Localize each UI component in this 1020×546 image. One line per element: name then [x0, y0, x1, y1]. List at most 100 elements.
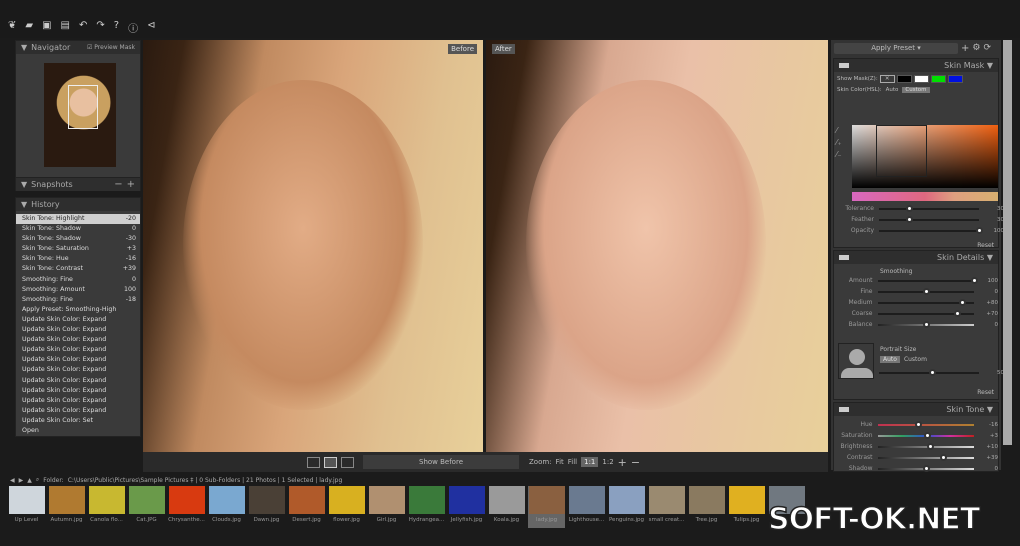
help-icon[interactable]: ? [114, 20, 119, 35]
slider-handle[interactable] [922, 464, 930, 472]
slider-track[interactable] [877, 276, 978, 284]
thumbnail[interactable]: small creat... [648, 486, 685, 528]
custom-button[interactable]: Custom [902, 87, 930, 93]
redo-icon[interactable]: ↷ [96, 20, 104, 35]
plugin-icon[interactable]: ⊲ [147, 20, 155, 35]
right-panel-scrollbar[interactable] [1003, 40, 1012, 445]
history-item[interactable]: Update Skin Color: Expand [16, 406, 140, 416]
history-item[interactable]: Smoothing: Amount 100 [16, 285, 140, 295]
thumbnail[interactable]: lady.jpg [528, 486, 565, 528]
mask-color-swatch[interactable] [896, 75, 912, 83]
history-item[interactable]: Update Skin Color: Expand [16, 315, 140, 325]
forward-icon[interactable]: ▶ [19, 477, 24, 484]
zoom-ratio-select[interactable]: 1:2 [602, 458, 613, 466]
back-icon[interactable]: ◀ [10, 477, 15, 484]
history-item[interactable]: Smoothing: Fine -18 [16, 295, 140, 305]
mask-color-swatch[interactable] [930, 75, 946, 83]
remove-snapshot-icon[interactable]: − [114, 179, 122, 190]
history-item[interactable]: Apply Preset: Smoothing-High [16, 305, 140, 315]
slider-track[interactable] [879, 215, 979, 223]
slider-handle[interactable] [923, 431, 931, 439]
gear-icon[interactable]: ⚙ [972, 43, 980, 53]
history-item[interactable]: Skin Tone: Hue -16 [16, 254, 140, 264]
slider-track[interactable] [877, 453, 974, 461]
thumbnail[interactable]: Tulips.jpg [728, 486, 765, 528]
history-item[interactable]: Update Skin Color: Expand [16, 396, 140, 406]
skin-mask-header[interactable]: Skin Mask ▼ [834, 59, 998, 72]
slider-track[interactable] [879, 204, 979, 212]
history-item[interactable]: Open [16, 426, 140, 436]
history-item[interactable]: Update Skin Color: Expand [16, 355, 140, 365]
info-icon[interactable]: ⓘ [128, 20, 138, 35]
auto-button[interactable]: Auto [886, 87, 899, 93]
slider-handle[interactable] [976, 226, 983, 234]
history-item[interactable]: Update Skin Color: Expand [16, 325, 140, 335]
thumbnail[interactable]: Penguins.jpg [608, 486, 645, 528]
slider-handle[interactable] [929, 368, 936, 376]
thumbnail[interactable]: Jellyfish.jpg [448, 486, 485, 528]
zoom-in-icon[interactable]: + [618, 456, 627, 469]
thumbnail[interactable]: Autumn.jpg [48, 486, 85, 528]
navigator-header[interactable]: ▼ Navigator ☑ Preview Mask [16, 41, 140, 54]
thumbnail[interactable]: flower.jpg [328, 486, 365, 528]
slider-track[interactable] [877, 287, 974, 295]
portrait-size-slider[interactable] [879, 368, 979, 376]
skin-tone-header[interactable]: Skin Tone ▼ [834, 403, 998, 416]
history-item[interactable]: Update Skin Color: Expand [16, 335, 140, 345]
folder-path[interactable]: C:\Users\Public\Pictures\Sample Pictures… [68, 477, 343, 484]
thumbnail[interactable]: Desert.jpg [288, 486, 325, 528]
history-item[interactable]: Update Skin Color: Set [16, 416, 140, 426]
save-as-icon[interactable]: ▤ [61, 20, 70, 35]
history-item[interactable]: Update Skin Color: Expand [16, 365, 140, 375]
thumbnail[interactable]: Chrysanthe... [168, 486, 205, 528]
zoom-1-1-button[interactable]: 1:1 [581, 457, 599, 467]
navigator-thumbnail[interactable] [44, 63, 116, 167]
zoom-fill-button[interactable]: Fill [568, 458, 577, 466]
slider-handle[interactable] [939, 453, 947, 461]
show-before-button[interactable]: Show Before [363, 455, 519, 469]
slider-track[interactable] [877, 431, 974, 439]
open-icon[interactable]: ▰ [25, 20, 33, 35]
thumbnail[interactable]: Girl.jpg [368, 486, 405, 528]
thumbnail[interactable]: Hydrangea... [408, 486, 445, 528]
skin-details-header[interactable]: Skin Details ▼ [834, 251, 998, 264]
slider-track[interactable] [877, 298, 974, 306]
zoom-fit-button[interactable]: Fit [556, 458, 564, 466]
slider-handle[interactable] [927, 442, 935, 450]
enable-toggle[interactable] [839, 407, 849, 412]
color-range-box[interactable] [876, 125, 927, 177]
thumbnail[interactable]: Cat.JPG [128, 486, 165, 528]
slider-handle[interactable] [906, 204, 913, 212]
apply-preset-dropdown[interactable]: Apply Preset ▾ [834, 42, 958, 54]
portrait-custom-button[interactable]: Custom [904, 356, 927, 363]
history-item[interactable]: Skin Tone: Shadow -30 [16, 234, 140, 244]
after-image[interactable]: After [486, 40, 828, 452]
slider-handle[interactable] [906, 215, 913, 223]
slider-track[interactable] [877, 320, 974, 328]
thumbnail[interactable]: Lighthouse... [568, 486, 605, 528]
mask-color-swatch[interactable] [947, 75, 963, 83]
slider-handle[interactable] [970, 276, 978, 284]
thumbnail[interactable]: Koala.jpg [488, 486, 525, 528]
refresh-icon[interactable]: ⟳ [983, 43, 991, 53]
portrait-auto-button[interactable]: Auto [880, 356, 900, 363]
enable-toggle[interactable] [839, 255, 849, 260]
save-icon[interactable]: ▣ [42, 20, 51, 35]
slider-handle[interactable] [959, 298, 967, 306]
single-view-icon[interactable] [307, 456, 320, 468]
history-item[interactable]: Skin Tone: Shadow 0 [16, 224, 140, 234]
stacked-view-icon[interactable] [341, 456, 354, 468]
slider-handle[interactable] [914, 420, 922, 428]
mask-off-swatch[interactable]: ✕ [879, 75, 895, 83]
slider-handle[interactable] [954, 309, 962, 317]
mask-color-swatch[interactable] [913, 75, 929, 83]
snapshots-header[interactable]: ▼ Snapshots − + [16, 178, 140, 191]
preview-mask-checkbox[interactable]: ☑ Preview Mask [87, 44, 135, 51]
add-preset-icon[interactable]: + [961, 43, 969, 54]
thumbnail[interactable]: Canola flo... [88, 486, 125, 528]
slider-track[interactable] [877, 442, 974, 450]
history-item[interactable]: Skin Tone: Saturation +3 [16, 244, 140, 254]
history-item[interactable]: Update Skin Color: Expand [16, 376, 140, 386]
add-snapshot-icon[interactable]: + [127, 179, 135, 190]
slider-track[interactable] [879, 226, 983, 234]
